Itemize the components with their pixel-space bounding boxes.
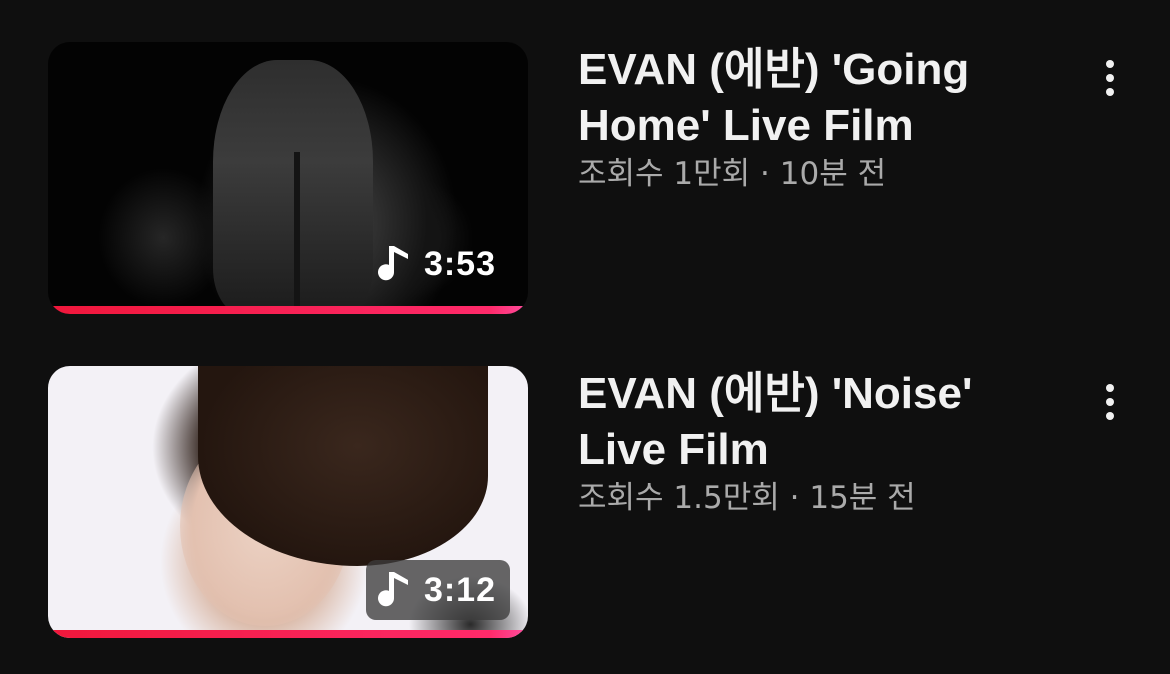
more-vert-icon-dot [1106,88,1114,96]
upload-age: 10분 전 [779,156,887,192]
video-title[interactable]: EVAN (에반) 'Going Home' Live Film [578,42,1048,154]
video-stats: 조회수 1.5만회 · 15분 전 [578,478,1048,518]
stats-separator: · [760,156,770,192]
video-meta[interactable]: EVAN (에반) 'Going Home' Live Film 조회수 1만회… [578,42,1048,194]
duration-badge: 3:12 [365,560,510,620]
upload-age: 15분 전 [809,480,916,516]
more-options-button[interactable] [1086,50,1134,106]
stats-separator: · [789,480,800,516]
more-vert-icon-dot [1106,412,1114,420]
watch-progress-fill [48,306,528,314]
more-vert-icon [1106,60,1114,68]
video-title[interactable]: EVAN (에반) 'Noise' Live Film [578,366,1048,478]
performer-image [213,60,373,314]
music-note-icon [377,572,408,607]
video-stats: 조회수 1만회 · 10분 전 [578,154,1048,194]
video-list-item[interactable]: 3:12 EVAN (에반) 'Noise' Live Film 조회수 1.5… [0,366,1170,638]
watch-progress-fill [48,630,528,638]
view-count: 조회수 1만회 [578,156,751,192]
duration-text: 3:53 [423,244,496,283]
video-meta[interactable]: EVAN (에반) 'Noise' Live Film 조회수 1.5만회 · … [578,366,1048,518]
watch-progress-bar [48,306,528,314]
more-vert-icon [1106,384,1114,392]
more-options-button[interactable] [1086,374,1134,430]
music-note-icon [377,246,408,281]
mic-stand-image [294,152,300,314]
more-vert-icon-dot [1106,398,1114,406]
video-list-item[interactable]: 3:53 EVAN (에반) 'Going Home' Live Film 조회… [0,42,1170,314]
duration-text: 3:12 [423,570,496,609]
video-thumbnail[interactable]: 3:53 [48,42,528,314]
view-count: 조회수 1.5만회 [578,480,780,516]
more-vert-icon-dot [1106,74,1114,82]
video-thumbnail[interactable]: 3:12 [48,366,528,638]
watch-progress-bar [48,630,528,638]
duration-badge: 3:53 [366,234,510,294]
